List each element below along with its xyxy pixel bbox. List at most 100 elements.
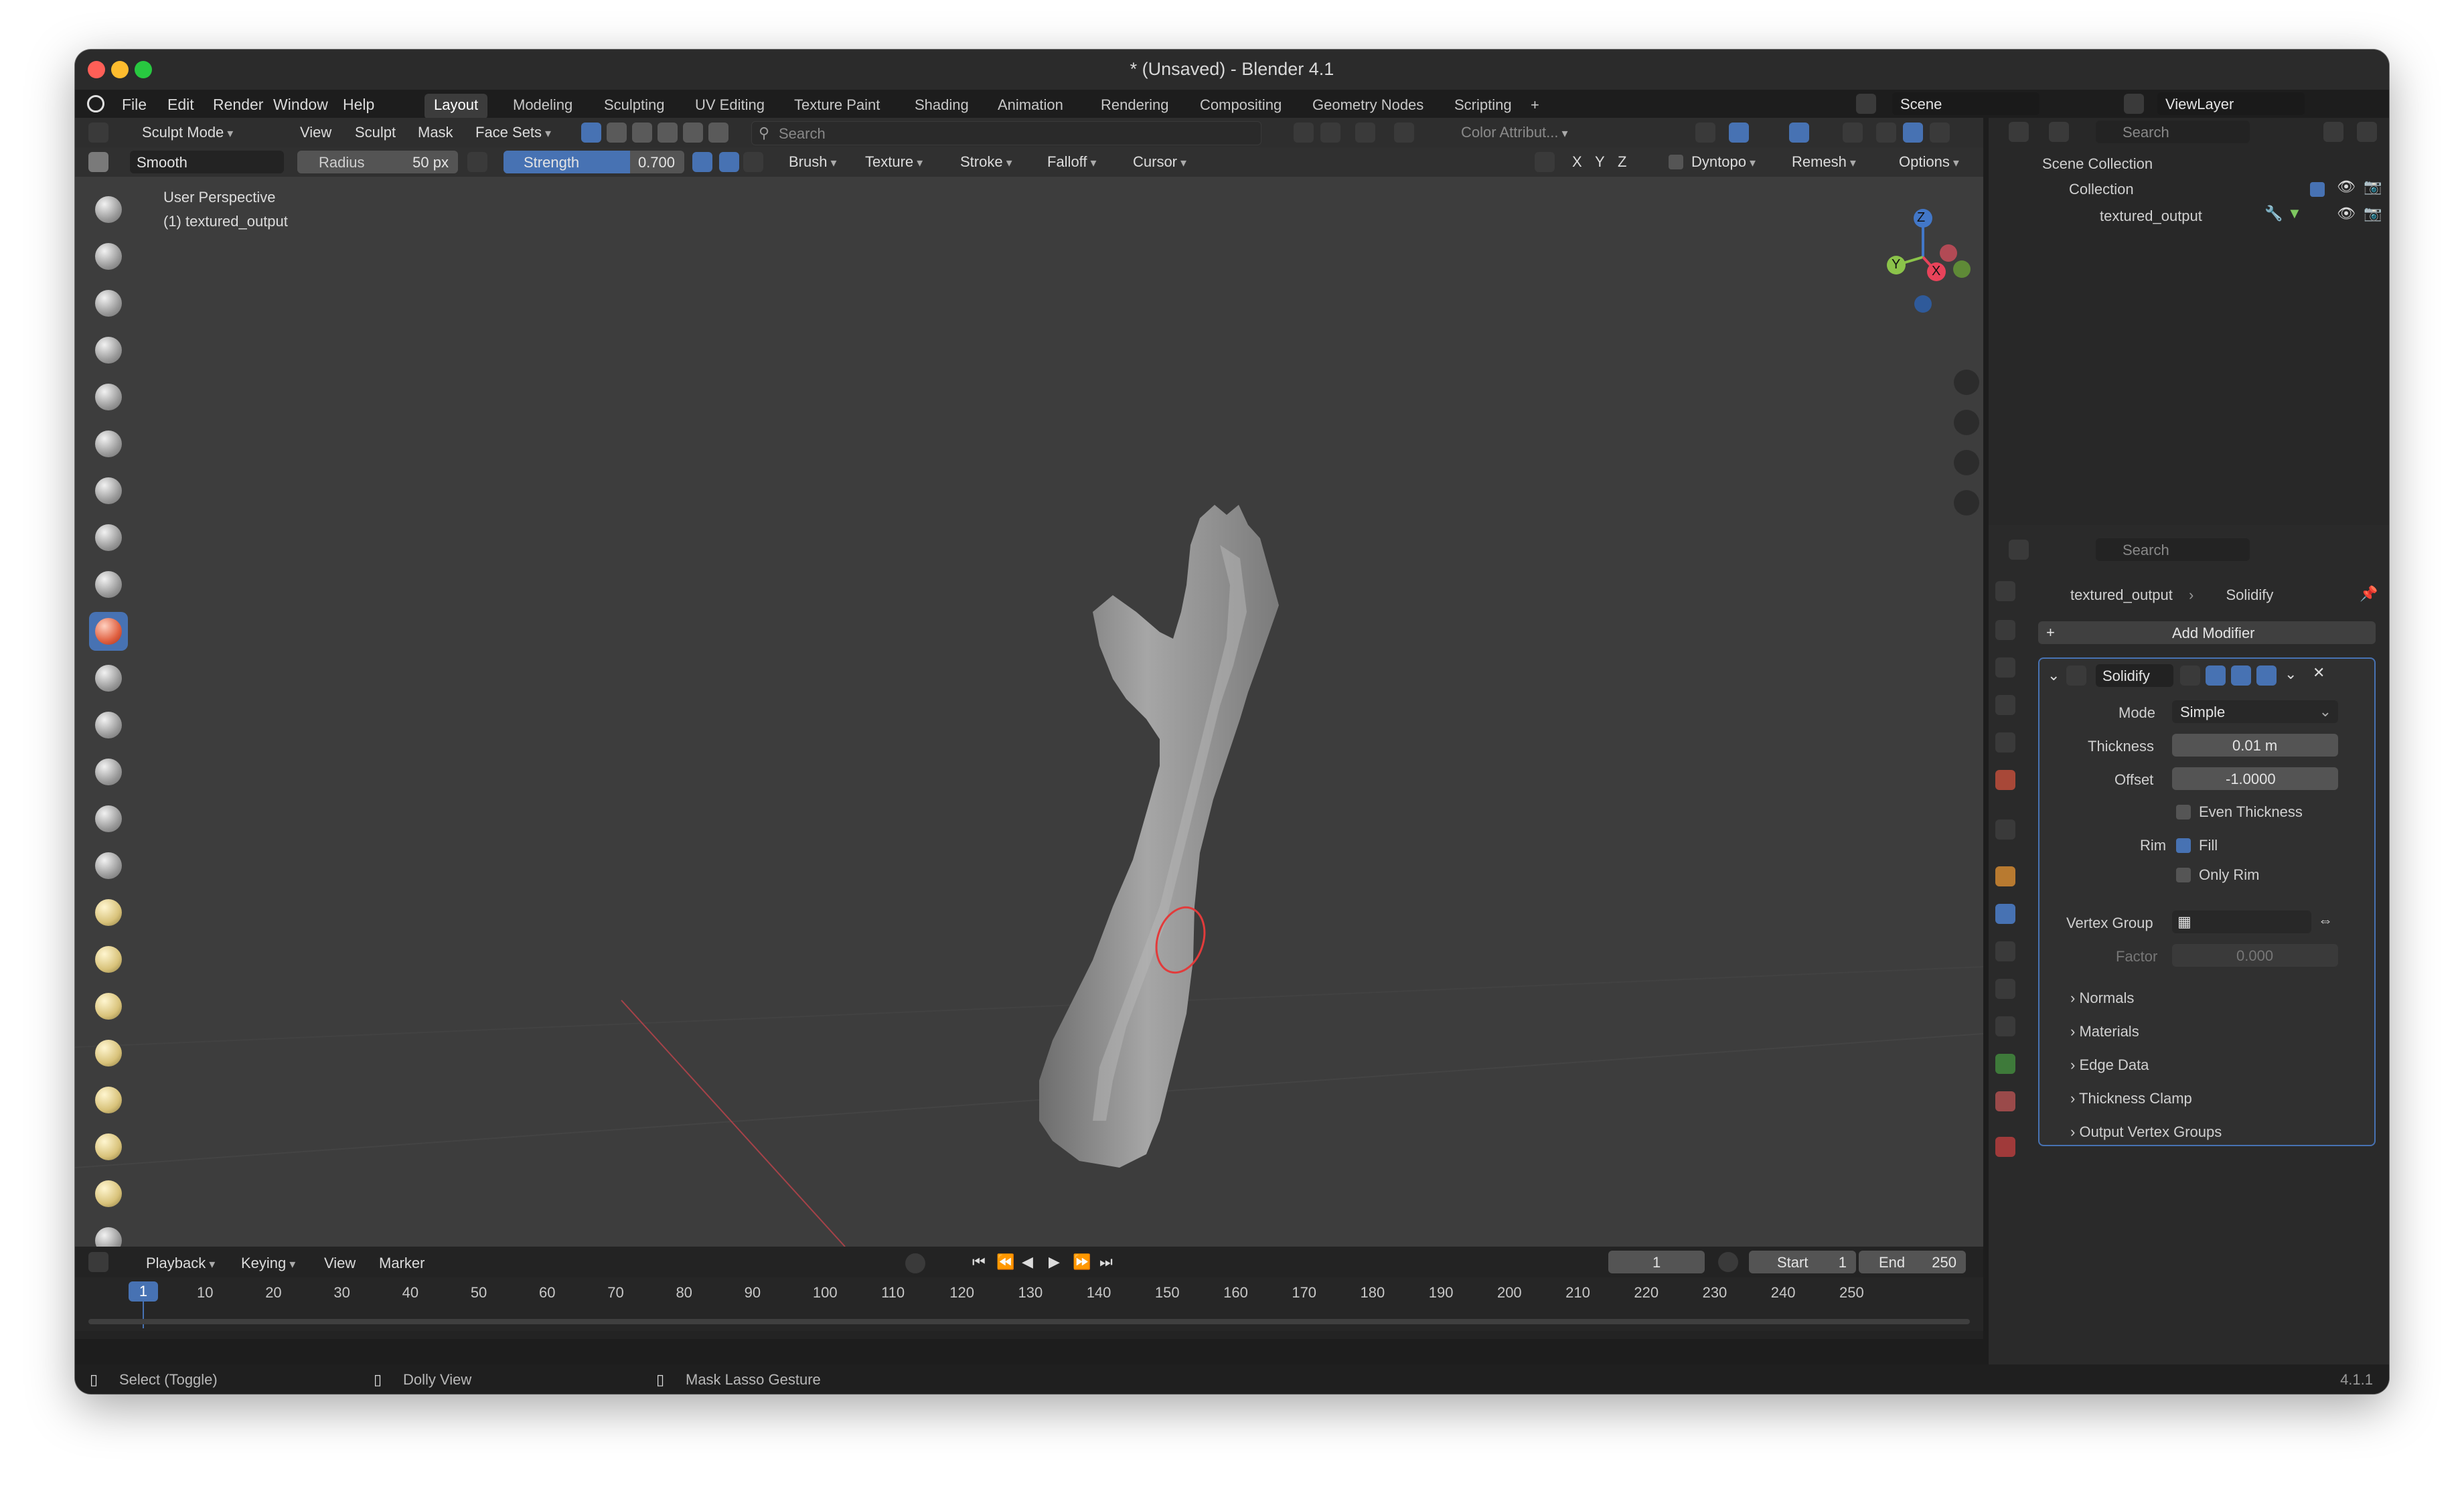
brush-preview-icon[interactable] — [88, 152, 108, 172]
thumb-tool[interactable] — [89, 1034, 128, 1073]
outliner-filter-icon[interactable] — [2323, 122, 2343, 142]
physics-tab-icon[interactable] — [1995, 979, 2015, 999]
timeline-playback-menu[interactable]: Playback — [146, 1255, 215, 1272]
blob-tool[interactable] — [89, 518, 128, 557]
outliner-editor-type-icon[interactable] — [2009, 122, 2029, 142]
render-toggle-icon[interactable] — [2256, 665, 2277, 686]
outliner-search-input[interactable]: Search — [2096, 121, 2250, 143]
modifier-name-field[interactable]: Solidify — [2096, 664, 2173, 687]
even-thickness-checkbox[interactable] — [2176, 805, 2191, 819]
object-eye-icon[interactable]: 👁 — [2337, 205, 2356, 222]
menu-edit[interactable]: Edit — [167, 96, 194, 114]
scene-selector[interactable]: Scene — [1892, 92, 2039, 115]
object-mesh-data-icon[interactable]: ▼ — [2287, 205, 2302, 222]
textured-output-row[interactable]: textured_output — [2100, 208, 2202, 225]
object-camera-icon[interactable]: 📷 — [2364, 205, 2382, 222]
viewport-toggle-icon[interactable] — [2231, 665, 2251, 686]
jump-start-button[interactable]: ⏮ — [972, 1253, 986, 1271]
collection-exclude-checkbox[interactable] — [2310, 182, 2325, 197]
scene-icon[interactable] — [1856, 94, 1876, 114]
inflate-tool[interactable] — [89, 471, 128, 510]
zoom-icon[interactable] — [1954, 370, 1979, 395]
scene-collection-row[interactable]: Scene Collection — [2042, 155, 2153, 173]
jump-end-button[interactable]: ⏭ — [1099, 1253, 1113, 1271]
gizmo-neg-z-circle[interactable] — [1914, 295, 1932, 313]
tab-layout[interactable]: Layout — [425, 94, 488, 119]
shield-icon[interactable] — [1394, 123, 1414, 143]
blender-logo-icon[interactable] — [87, 95, 104, 112]
view-layer-tab-icon[interactable] — [1995, 695, 2015, 715]
draw-brush-tool[interactable] — [89, 190, 128, 229]
mode-selector[interactable]: Sculpt Mode — [142, 124, 233, 141]
add-direction-icon[interactable] — [719, 152, 739, 172]
modifier-menu-icon[interactable]: ⌄ — [2285, 665, 2297, 683]
crease-tool[interactable] — [89, 565, 128, 604]
on-cage-toggle-icon[interactable] — [2206, 665, 2226, 686]
properties-search-input[interactable]: Search — [2096, 538, 2250, 561]
add-modifier-button[interactable]: + Add Modifier — [2038, 621, 2376, 644]
stroke-menu[interactable]: Stroke — [960, 153, 1012, 171]
play-button[interactable]: ▶ — [1049, 1253, 1060, 1271]
object-tab-icon[interactable] — [1995, 866, 2015, 886]
scene-tab-icon[interactable] — [1995, 732, 2015, 753]
output-tab-icon[interactable] — [1995, 657, 2015, 678]
material-tab-icon[interactable] — [1995, 1091, 2015, 1111]
fill-tool[interactable] — [89, 706, 128, 744]
timeline-scrollbar[interactable] — [88, 1319, 1970, 1324]
sculpt-icon-1[interactable] — [607, 123, 627, 143]
brush-menu[interactable]: Brush — [789, 153, 837, 171]
tab-geometry-nodes[interactable]: Geometry Nodes — [1303, 94, 1433, 119]
nudge-tool[interactable] — [89, 1127, 128, 1166]
tab-texture-paint[interactable]: Texture Paint — [785, 94, 889, 119]
color-attribute-selector[interactable]: Color Attribut... — [1461, 124, 1568, 141]
timeline-editor-type-icon[interactable] — [88, 1252, 108, 1272]
thickness-clamp-subpanel[interactable]: › Thickness Clamp — [2070, 1090, 2192, 1107]
slide-relax-tool[interactable] — [89, 1221, 128, 1247]
collapse-modifier-icon[interactable]: ⌄ — [2048, 667, 2060, 684]
clay-tool[interactable] — [89, 284, 128, 323]
collection-camera-icon[interactable]: 📷 — [2364, 178, 2382, 195]
view-layer-selector[interactable]: ViewLayer — [2157, 92, 2305, 115]
world-tab-icon[interactable] — [1995, 770, 2015, 790]
menu-window[interactable]: Window — [273, 96, 328, 114]
snake-hook-tool[interactable] — [89, 987, 128, 1026]
menu-file[interactable]: File — [122, 96, 147, 114]
prev-keyframe-button[interactable]: ⏪ — [996, 1253, 1014, 1271]
new-collection-icon[interactable] — [2357, 122, 2377, 142]
playhead[interactable]: 1 — [129, 1281, 158, 1302]
options-menu[interactable]: Options — [1899, 153, 1959, 171]
thickness-field[interactable]: 0.01 m — [2172, 734, 2338, 757]
constraints-tab-icon[interactable] — [1995, 1016, 2015, 1036]
arm-mesh[interactable] — [945, 478, 1347, 1247]
pose-tool[interactable] — [89, 1081, 128, 1119]
xray-toggle-icon[interactable] — [1843, 123, 1863, 143]
view-layer-icon[interactable] — [2124, 94, 2144, 114]
tool-tab-icon[interactable] — [1995, 581, 2015, 601]
clay-strips-tool[interactable] — [89, 331, 128, 370]
shading-material-icon[interactable] — [1930, 123, 1950, 143]
pin-icon[interactable]: 📌 — [2360, 585, 2378, 603]
vertex-group-field[interactable]: ▦ — [2172, 911, 2311, 933]
symmetry-y-toggle[interactable]: Y — [1595, 153, 1605, 171]
camera-view-icon[interactable] — [1954, 450, 1979, 475]
scrape-tool[interactable] — [89, 753, 128, 791]
visibility-icon[interactable] — [1695, 123, 1715, 143]
tab-uv-editing[interactable]: UV Editing — [686, 94, 774, 119]
radius-field[interactable]: Radius 50 px — [297, 151, 458, 173]
symmetry-z-toggle[interactable]: Z — [1618, 153, 1626, 171]
ortho-grid-icon[interactable] — [1954, 490, 1979, 516]
menu-face-sets[interactable]: Face Sets — [475, 124, 551, 141]
timeline-ruler[interactable]: 1 10 20 30 40 50 60 70 80 90 100 110 120 130 140 150 16… — [75, 1277, 1983, 1331]
timeline-keying-menu[interactable]: Keying — [241, 1255, 295, 1272]
add-workspace-button[interactable]: + — [1521, 94, 1549, 119]
output-vertex-groups-subpanel[interactable]: › Output Vertex Groups — [2070, 1123, 2222, 1141]
tab-shading[interactable]: Shading — [905, 94, 978, 119]
tab-modeling[interactable]: Modeling — [504, 94, 582, 119]
edge-data-subpanel[interactable]: › Edge Data — [2070, 1056, 2149, 1074]
preview-range-icon[interactable] — [1718, 1252, 1738, 1272]
render-tab-icon[interactable] — [1995, 620, 2015, 640]
normals-subpanel[interactable]: › Normals — [2070, 990, 2134, 1007]
strength-pressure-icon[interactable] — [692, 152, 712, 172]
smooth-tool[interactable] — [89, 612, 128, 651]
menu-sculpt[interactable]: Sculpt — [355, 124, 396, 141]
